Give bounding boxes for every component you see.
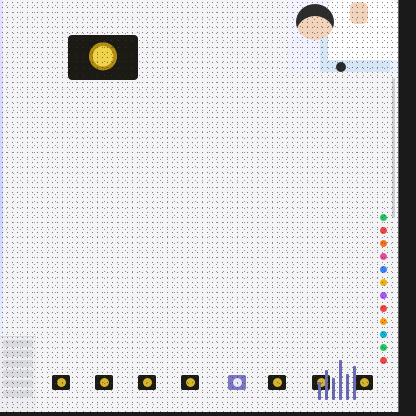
product-card[interactable] [138, 375, 156, 390]
profile-photo [288, 0, 398, 72]
avatar-icon[interactable] [336, 62, 346, 72]
product-thumbnail-icon [232, 378, 242, 387]
tab-chip-icon[interactable] [380, 357, 387, 364]
scrollbar[interactable] [392, 78, 395, 218]
product-card[interactable] [228, 375, 246, 390]
product-thumbnail-icon [99, 378, 109, 387]
product-card[interactable] [268, 375, 286, 390]
tab-chip-icon[interactable] [380, 214, 387, 221]
bar-decoration [332, 378, 335, 400]
bar-decoration [353, 366, 356, 400]
sidebar-panel [0, 336, 36, 412]
rotated-app-screen [0, 0, 399, 412]
bar-decoration [346, 374, 349, 400]
bar-decoration [318, 382, 321, 400]
product-thumbnail-icon [56, 378, 66, 387]
tab-chip-icon[interactable] [380, 253, 387, 260]
tab-chip-icon[interactable] [380, 292, 387, 299]
tab-chip-icon[interactable] [380, 331, 387, 338]
product-thumbnail-icon [142, 378, 152, 387]
bar-decoration [339, 360, 342, 400]
tab-chip-icon[interactable] [380, 344, 387, 351]
product-thumbnail-icon [185, 378, 195, 387]
product-image[interactable] [68, 35, 138, 80]
tab-indicator-column [380, 214, 390, 370]
tab-chip-icon[interactable] [380, 240, 387, 247]
product-thumbnail-icon [272, 378, 282, 387]
stock-bar-stack [318, 340, 378, 400]
tab-chip-icon[interactable] [380, 318, 387, 325]
tab-chip-icon[interactable] [380, 279, 387, 286]
product-card[interactable] [95, 375, 113, 390]
product-emblem-icon [86, 40, 120, 75]
tab-chip-icon[interactable] [380, 227, 387, 234]
bar-decoration [325, 370, 328, 400]
tab-chip-icon[interactable] [380, 305, 387, 312]
product-card[interactable] [181, 375, 199, 390]
product-card[interactable] [52, 375, 70, 390]
tab-chip-icon[interactable] [380, 266, 387, 273]
